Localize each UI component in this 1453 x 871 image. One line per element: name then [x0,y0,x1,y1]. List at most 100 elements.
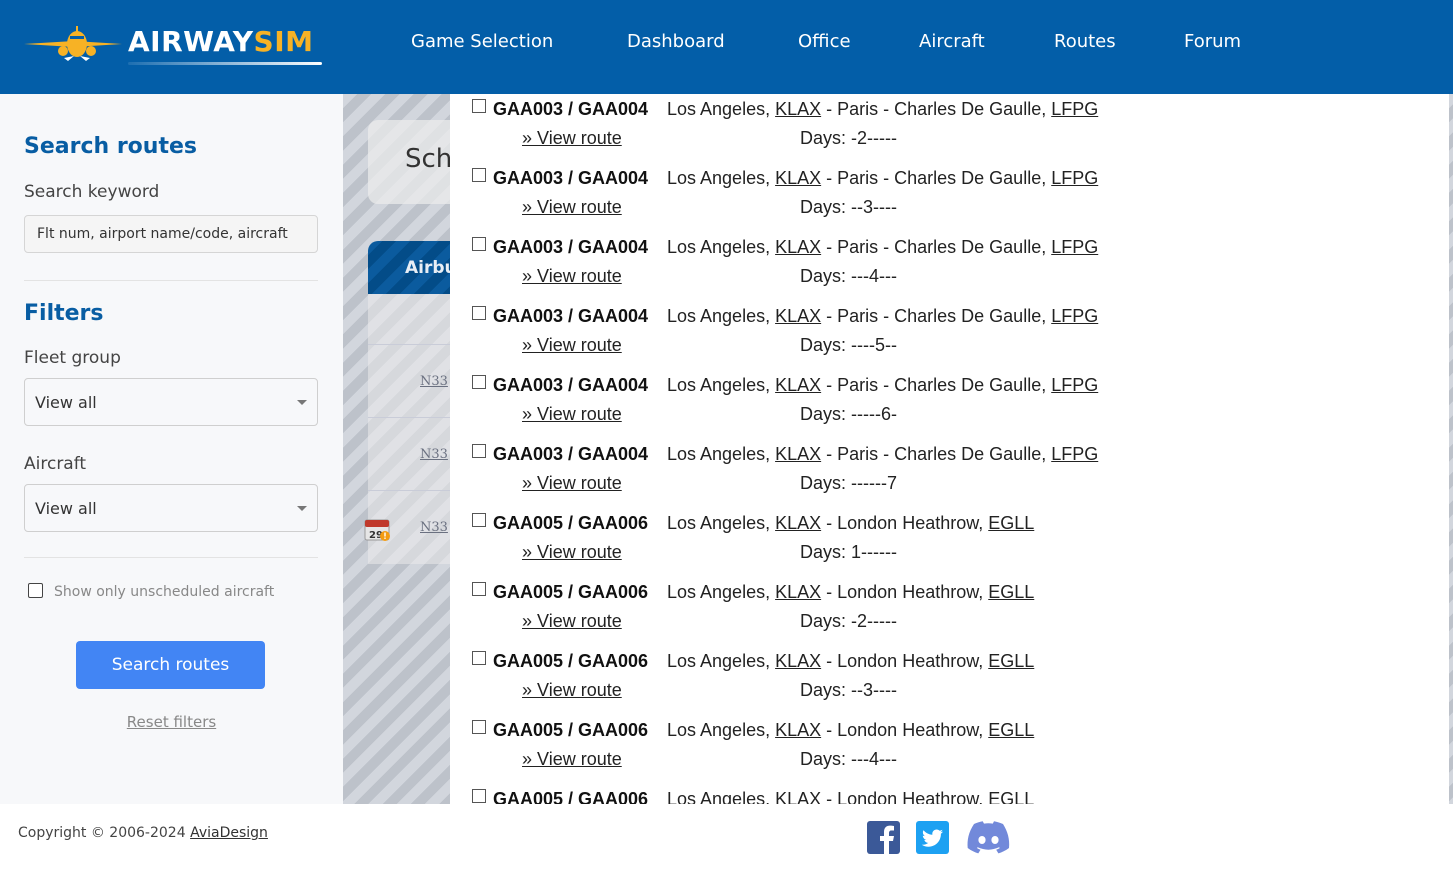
destination-airport-code-link[interactable]: LFPG [1051,237,1098,257]
unscheduled-aircraft-toggle[interactable]: Show only unscheduled aircraft [28,580,274,600]
route-select-checkbox[interactable] [472,168,486,182]
days-value: ---4--- [851,266,898,286]
view-route-link[interactable]: » View route [522,680,622,701]
days-value: --3---- [851,680,898,700]
route-select-checkbox[interactable] [472,375,486,389]
destination-city: London Heathrow [837,789,979,804]
search-routes-heading: Search routes [24,134,197,159]
origin-city: Los Angeles [667,651,766,671]
destination-city: Paris - Charles De Gaulle [837,375,1042,395]
destination-city: Paris - Charles De Gaulle [837,168,1042,188]
nav-dashboard[interactable]: Dashboard [627,31,798,52]
route-select-checkbox[interactable] [472,99,486,113]
view-route-link[interactable]: » View route [522,611,622,632]
route-list-item: GAA003 / GAA004 Los Angeles, KLAX - Pari… [450,164,1449,233]
view-route-link[interactable]: » View route [522,335,622,356]
route-select-checkbox[interactable] [472,582,486,596]
destination-airport-code-link[interactable]: LFPG [1051,99,1098,119]
route-description: Los Angeles, KLAX - London Heathrow, EGL… [667,789,1034,804]
twitter-icon[interactable] [916,821,949,854]
route-list-item: GAA005 / GAA006 Los Angeles, KLAX - Lond… [450,785,1449,804]
route-list-item: GAA003 / GAA004 Los Angeles, KLAX - Pari… [450,440,1449,509]
table-row-divider [368,344,450,345]
aircraft-select[interactable]: View all [24,484,318,532]
origin-airport-code-link[interactable]: KLAX [775,306,821,326]
route-select-checkbox[interactable] [472,651,486,665]
nav-game-selection[interactable]: Game Selection [411,31,627,52]
route-select-checkbox[interactable] [472,789,486,803]
airwaysim-logo[interactable]: AIRWAYSIM [22,22,324,72]
modal-backdrop[interactable]: Sch Airbu N33 N33 N33 29 [343,94,450,804]
origin-airport-code-link[interactable]: KLAX [775,582,821,602]
origin-airport-code-link[interactable]: KLAX [775,168,821,188]
view-route-link[interactable]: » View route [522,197,622,218]
view-route-link[interactable]: » View route [522,404,622,425]
calendar-warning-icon: 29 [364,519,390,541]
origin-city: Los Angeles [667,375,766,395]
aviadesign-link[interactable]: AviaDesign [190,825,268,841]
origin-airport-code-link[interactable]: KLAX [775,789,821,804]
destination-airport-code-link[interactable]: EGLL [988,651,1034,671]
origin-airport-code-link[interactable]: KLAX [775,720,821,740]
facebook-icon[interactable] [867,821,900,854]
origin-airport-code-link[interactable]: KLAX [775,513,821,533]
nav-forum[interactable]: Forum [1184,31,1241,52]
days-label: Days: [800,542,847,562]
route-select-checkbox[interactable] [472,306,486,320]
route-list-item: GAA005 / GAA006 Los Angeles, KLAX - Lond… [450,578,1449,647]
route-select-checkbox[interactable] [472,513,486,527]
reset-filters-link[interactable]: Reset filters [0,713,343,731]
search-keyword-input[interactable] [24,215,318,253]
route-description: Los Angeles, KLAX - Paris - Charles De G… [667,306,1099,326]
destination-airport-code-link[interactable]: LFPG [1051,375,1098,395]
origin-airport-code-link[interactable]: KLAX [775,651,821,671]
search-sidebar: Search routes Search keyword Filters Fle… [0,94,343,804]
route-select-checkbox[interactable] [472,444,486,458]
route-select-checkbox[interactable] [472,720,486,734]
origin-airport-code-link[interactable]: KLAX [775,375,821,395]
copyright-label: Copyright © 2006-2024 [18,825,186,841]
destination-city: London Heathrow [837,582,979,602]
origin-airport-code-link[interactable]: KLAX [775,237,821,257]
view-route-link[interactable]: » View route [522,473,622,494]
days-label: Days: [800,473,847,493]
destination-airport-code-link[interactable]: LFPG [1051,306,1098,326]
route-list-item: GAA005 / GAA006 Los Angeles, KLAX - Lond… [450,647,1449,716]
days-label: Days: [800,128,847,148]
destination-city: London Heathrow [837,720,979,740]
unscheduled-aircraft-checkbox[interactable] [28,582,43,598]
background-fleet-tab: Airbu [368,241,450,294]
nav-aircraft[interactable]: Aircraft [919,31,1054,52]
fleet-group-select[interactable]: View all [24,378,318,426]
nav-routes[interactable]: Routes [1054,31,1184,52]
view-route-link[interactable]: » View route [522,128,622,149]
aircraft-registration-link: N33 [420,520,448,535]
operating-days: Days: ----5-- [800,335,897,356]
origin-airport-code-link[interactable]: KLAX [775,99,821,119]
destination-airport-code-link[interactable]: EGLL [988,582,1034,602]
days-value: -----6- [851,404,898,424]
discord-icon[interactable] [967,821,1010,854]
origin-airport-code-link[interactable]: KLAX [775,444,821,464]
view-route-link[interactable]: » View route [522,266,622,287]
operating-days: Days: -2----- [800,128,897,149]
destination-airport-code-link[interactable]: EGLL [988,789,1034,804]
destination-airport-code-link[interactable]: LFPG [1051,168,1098,188]
nav-office[interactable]: Office [798,31,919,52]
search-routes-button[interactable]: Search routes [76,641,265,689]
flight-numbers: GAA005 / GAA006 [493,582,649,602]
days-value: ----5-- [851,335,898,355]
destination-airport-code-link[interactable]: EGLL [988,720,1034,740]
destination-airport-code-link[interactable]: LFPG [1051,444,1098,464]
flight-numbers: GAA003 / GAA004 [493,168,649,188]
route-description: Los Angeles, KLAX - London Heathrow, EGL… [667,651,1035,671]
route-select-checkbox[interactable] [472,237,486,251]
flight-numbers: GAA005 / GAA006 [493,789,649,804]
view-route-link[interactable]: » View route [522,749,622,770]
days-label: Days: [800,266,847,286]
flight-numbers: GAA003 / GAA004 [493,237,649,257]
days-label: Days: [800,404,847,424]
destination-airport-code-link[interactable]: EGLL [988,513,1034,533]
origin-city: Los Angeles [667,789,766,804]
view-route-link[interactable]: » View route [522,542,622,563]
